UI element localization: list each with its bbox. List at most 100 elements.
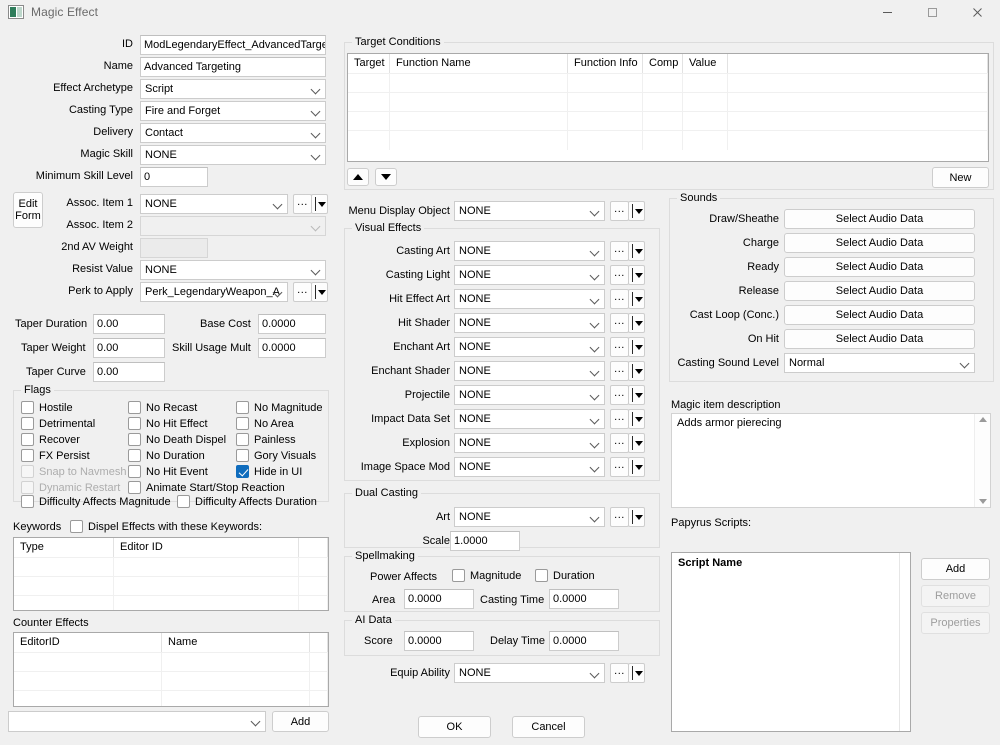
perk-to-apply-browse-button[interactable]: ... (293, 282, 312, 302)
casting-sound-level-combo[interactable]: Normal (784, 353, 975, 373)
magic-item-description-textarea[interactable]: Adds armor pierecing (671, 413, 991, 508)
tc-col-target[interactable]: Target (348, 54, 390, 73)
delivery-combo[interactable]: Contact (140, 123, 326, 143)
counter-col-editorid[interactable]: EditorID (14, 633, 162, 652)
id-field[interactable]: ModLegendaryEffect_AdvancedTarge (140, 35, 326, 55)
dual-casting-art-dropdown-button[interactable] (628, 507, 645, 527)
menu-display-object-dropdown-button[interactable] (628, 201, 645, 221)
flag-no-hit-event[interactable]: No Hit Event (128, 465, 208, 478)
table-row[interactable] (14, 557, 328, 577)
tc-col-function-name[interactable]: Function Name (390, 54, 568, 73)
cast-loop-audio-button[interactable]: Select Audio Data (784, 305, 975, 325)
flag-difficulty-affects-duration[interactable]: Difficulty Affects Duration (177, 495, 317, 508)
hit-effect-art-dropdown-button[interactable] (628, 289, 645, 309)
base-cost-field[interactable]: 0.0000 (258, 314, 326, 334)
flag-recover[interactable]: Recover (21, 433, 80, 446)
keywords-col-type[interactable]: Type (14, 538, 114, 557)
table-row[interactable] (14, 576, 328, 596)
casting-type-combo[interactable]: Fire and Forget (140, 101, 326, 121)
dispel-effects-checkbox[interactable]: Dispel Effects with these Keywords: (70, 520, 262, 533)
casting-art-combo[interactable]: NONE (454, 241, 605, 261)
dual-casting-scale-field[interactable]: 1.0000 (450, 531, 520, 551)
target-conditions-list[interactable]: Target Function Name Function Info Comp … (347, 53, 989, 162)
table-row[interactable] (348, 130, 988, 150)
magic-skill-combo[interactable]: NONE (140, 145, 326, 165)
taper-duration-field[interactable]: 0.00 (93, 314, 165, 334)
papyrus-add-button[interactable]: Add (921, 558, 990, 580)
keywords-col-editor-id[interactable]: Editor ID (114, 538, 299, 557)
equip-ability-browse-button[interactable]: ... (610, 663, 629, 683)
counter-col-name[interactable]: Name (162, 633, 310, 652)
flag-painless[interactable]: Painless (236, 433, 296, 446)
impact-data-set-browse-button[interactable]: ... (610, 409, 629, 429)
enchant-art-dropdown-button[interactable] (628, 337, 645, 357)
resist-value-combo[interactable]: NONE (140, 260, 326, 280)
on-hit-audio-button[interactable]: Select Audio Data (784, 329, 975, 349)
projectile-combo[interactable]: NONE (454, 385, 605, 405)
spellmaking-area-field[interactable]: 0.0000 (404, 589, 474, 609)
assoc-item-1-browse-button[interactable]: ... (293, 194, 312, 214)
equip-ability-dropdown-button[interactable] (628, 663, 645, 683)
hit-effect-art-browse-button[interactable]: ... (610, 289, 629, 309)
move-down-button[interactable] (375, 168, 397, 186)
enchant-shader-browse-button[interactable]: ... (610, 361, 629, 381)
explosion-browse-button[interactable]: ... (610, 433, 629, 453)
impact-data-set-dropdown-button[interactable] (628, 409, 645, 429)
name-field[interactable]: Advanced Targeting (140, 57, 326, 77)
flag-no-magnitude[interactable]: No Magnitude (236, 401, 323, 414)
minimize-icon[interactable] (865, 0, 910, 24)
table-row[interactable] (14, 652, 328, 672)
counter-effects-list[interactable]: EditorID Name (13, 632, 329, 707)
flag-no-recast[interactable]: No Recast (128, 401, 197, 414)
move-up-button[interactable] (347, 168, 369, 186)
enchant-art-combo[interactable]: NONE (454, 337, 605, 357)
enchant-art-browse-button[interactable]: ... (610, 337, 629, 357)
scroll-up-icon[interactable] (978, 417, 987, 422)
table-row[interactable] (348, 73, 988, 93)
scroll-down-icon[interactable] (978, 499, 987, 504)
impact-data-set-combo[interactable]: NONE (454, 409, 605, 429)
flag-gory-visuals[interactable]: Gory Visuals (236, 449, 316, 462)
table-row[interactable] (348, 111, 988, 131)
projectile-browse-button[interactable]: ... (610, 385, 629, 405)
hit-shader-combo[interactable]: NONE (454, 313, 605, 333)
casting-light-browse-button[interactable]: ... (610, 265, 629, 285)
ai-delay-time-field[interactable]: 0.0000 (549, 631, 619, 651)
counter-effect-select[interactable] (8, 711, 266, 732)
dual-casting-art-combo[interactable]: NONE (454, 507, 605, 527)
flag-animate-start-stop-reaction[interactable]: Animate Start/Stop Reaction (128, 481, 285, 494)
menu-display-object-combo[interactable]: NONE (454, 201, 605, 221)
hit-shader-dropdown-button[interactable] (628, 313, 645, 333)
flag-no-hit-effect[interactable]: No Hit Effect (128, 417, 208, 430)
assoc-item-1-combo[interactable]: NONE (140, 194, 288, 214)
ready-audio-button[interactable]: Select Audio Data (784, 257, 975, 277)
explosion-dropdown-button[interactable] (628, 433, 645, 453)
image-space-mod-combo[interactable]: NONE (454, 457, 605, 477)
casting-light-combo[interactable]: NONE (454, 265, 605, 285)
flag-hostile[interactable]: Hostile (21, 401, 73, 414)
tc-col-comp[interactable]: Comp (643, 54, 683, 73)
ai-score-field[interactable]: 0.0000 (404, 631, 474, 651)
effect-archetype-combo[interactable]: Script (140, 79, 326, 99)
table-row[interactable] (14, 595, 328, 610)
release-audio-button[interactable]: Select Audio Data (784, 281, 975, 301)
projectile-dropdown-button[interactable] (628, 385, 645, 405)
ok-button[interactable]: OK (418, 716, 491, 738)
keywords-list[interactable]: Type Editor ID (13, 537, 329, 611)
close-icon[interactable] (955, 0, 1000, 24)
power-affects-duration-checkbox[interactable]: Duration (535, 569, 595, 582)
image-space-mod-dropdown-button[interactable] (628, 457, 645, 477)
minimum-skill-level-field[interactable]: 0 (140, 167, 208, 187)
taper-weight-field[interactable]: 0.00 (93, 338, 165, 358)
flag-hide-in-ui[interactable]: Hide in UI (236, 465, 302, 478)
casting-art-browse-button[interactable]: ... (610, 241, 629, 261)
flag-difficulty-affects-magnitude[interactable]: Difficulty Affects Magnitude (21, 495, 171, 508)
description-scrollbar[interactable] (974, 414, 990, 507)
assoc-item-1-dropdown-button[interactable] (311, 194, 328, 214)
flag-fx-persist[interactable]: FX Persist (21, 449, 90, 462)
flag-detrimental[interactable]: Detrimental (21, 417, 95, 430)
hit-effect-art-combo[interactable]: NONE (454, 289, 605, 309)
perk-to-apply-dropdown-button[interactable] (311, 282, 328, 302)
menu-display-object-browse-button[interactable]: ... (610, 201, 629, 221)
enchant-shader-dropdown-button[interactable] (628, 361, 645, 381)
